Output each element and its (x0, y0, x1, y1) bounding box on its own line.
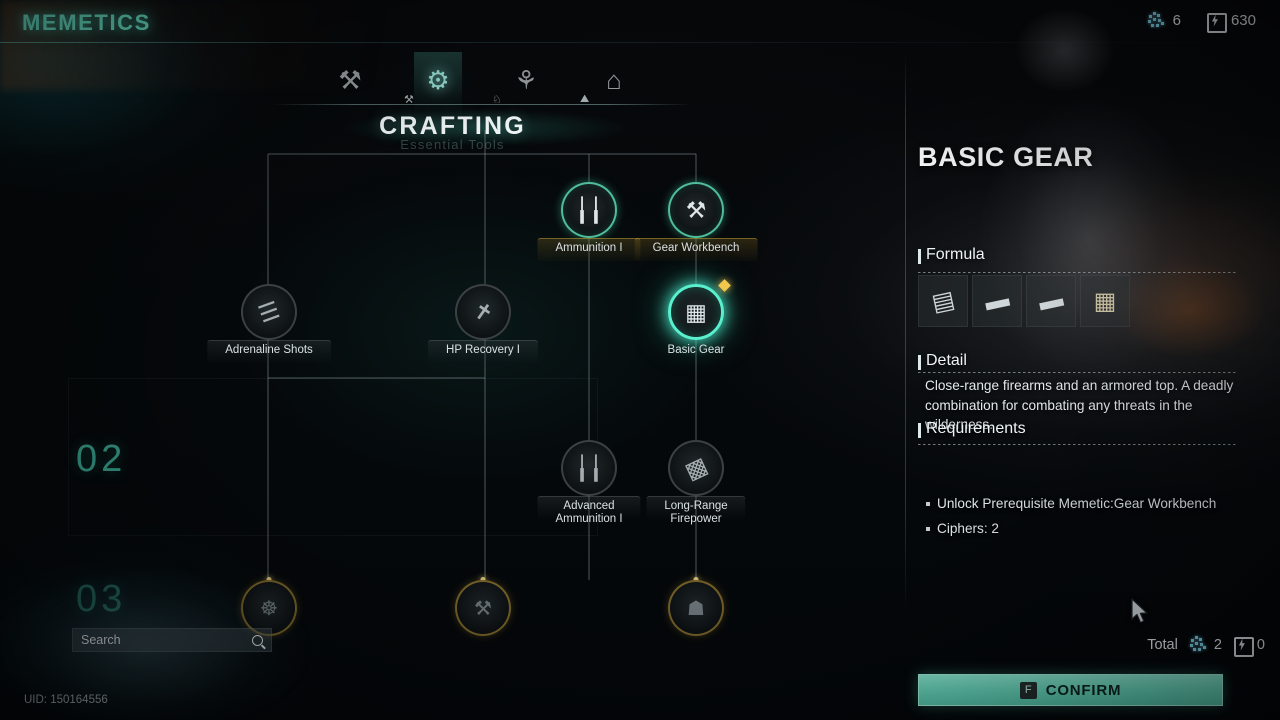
uid-label: UID: 150164556 (24, 694, 108, 706)
tab-crafting[interactable]: ⚙ ⚒ (404, 52, 466, 118)
confirm-button[interactable]: F CONFIRM (918, 674, 1223, 706)
formula-item-armored-vest[interactable]: ▦ (1080, 275, 1130, 327)
total-shards: 0 (1233, 636, 1265, 657)
node-long-range-firepower[interactable]: ▩ Long-Range Firepower (646, 440, 747, 525)
tier3-icon-c: ☗ (687, 597, 705, 620)
shard-count: 630 (1230, 12, 1256, 29)
tab-weapons[interactable]: ⚒ (322, 56, 378, 104)
formula-item-rifle[interactable]: ▬ (1026, 275, 1076, 327)
page-title: MEMETICS (22, 10, 151, 35)
total-ciphers: 2 (1189, 636, 1222, 653)
requirements-heading: Requirements (918, 420, 1026, 438)
node-ammunition-i[interactable]: ╽╽ Ammunition I (537, 182, 641, 261)
memetics-screen: MEMETICS 6 630 ⚒ ⚙ ⚒ ⚘ ♘ ⌂ ⛰ CRAFTING Es… (0, 0, 1280, 720)
memetic-tree: 02 03 ╽╽ Ammunition I ⚒ Gear Workbench ☰… (0, 120, 905, 640)
requirements-list: Unlock Prerequisite Memetic:Gear Workben… (925, 494, 1245, 543)
rifle-icon: ▬ (1036, 284, 1066, 317)
armored-vest-icon: ▦ (1093, 287, 1117, 315)
farming-icon: ⚘ (514, 64, 538, 95)
node-label: Basic Gear (667, 344, 725, 356)
workbench-icon: ⚒ (685, 196, 707, 223)
tab-building[interactable]: ⌂ ⛰ (580, 56, 642, 106)
formula-item-shotgun[interactable]: ▬ (972, 275, 1022, 327)
confirm-label: CONFIRM (1045, 681, 1122, 699)
requirements-rule (918, 444, 1236, 445)
tier3-icon-b: ⚒ (474, 597, 492, 620)
weapons-icon: ⚒ (338, 64, 362, 95)
formula-item-smg[interactable]: ▤ (918, 275, 968, 327)
formula-rule (918, 272, 1236, 273)
gear-pack-icon: ▦ (685, 298, 707, 325)
node-label: Long-Range Firepower (646, 496, 747, 525)
node-adrenaline-shots[interactable]: ☰ Adrenaline Shots (207, 284, 331, 363)
search-placeholder: Search (81, 633, 121, 647)
cipher-icon (1189, 636, 1207, 653)
shard-icon (1206, 12, 1227, 33)
node-label: Adrenaline Shots (207, 340, 331, 363)
node-tier3-c[interactable]: ☗ (668, 577, 724, 636)
search-input[interactable]: Search (72, 628, 272, 652)
formula-items: ▤ ▬ ▬ ▦ (918, 275, 1130, 327)
shotgun-icon: ▬ (982, 284, 1012, 317)
panel-title: BASIC GEAR (918, 142, 1094, 172)
total-shard-value: 0 (1256, 636, 1265, 653)
node-hp-recovery-i[interactable]: ✝ HP Recovery I (428, 284, 538, 363)
currency-shards: 630 (1206, 12, 1256, 33)
currency-ciphers: 6 (1147, 12, 1181, 29)
tier-2-band (68, 378, 598, 536)
requirement-item: Ciphers: 2 (925, 519, 1245, 539)
detail-heading: Detail (918, 352, 967, 370)
detail-rule (918, 372, 1236, 373)
smg-icon: ▤ (929, 285, 957, 317)
currency-tray: 6 630 (1147, 12, 1256, 33)
total-cipher-value: 2 (1213, 636, 1222, 653)
node-gear-workbench[interactable]: ⚒ Gear Workbench (634, 182, 758, 261)
total-row: Total 2 0 (905, 636, 1265, 657)
search-icon (252, 634, 263, 646)
category-tabs: ⚒ ⚙ ⚒ ⚘ ♘ ⌂ ⛰ (322, 52, 642, 118)
shard-icon (1233, 636, 1254, 657)
node-tier3-b[interactable]: ⚒ (455, 577, 511, 636)
node-label: Advanced Ammunition I (537, 496, 641, 525)
crafting-icon: ⚙ (426, 64, 450, 95)
node-label: Ammunition I (537, 238, 641, 261)
requirement-item: Unlock Prerequisite Memetic:Gear Workben… (925, 494, 1245, 514)
category-divider (272, 104, 692, 105)
header-divider (0, 42, 1280, 43)
cipher-count: 6 (1172, 12, 1181, 29)
total-label: Total (1147, 636, 1178, 653)
formula-heading: Formula (918, 246, 985, 264)
bullets-icon: ╽╽ (575, 196, 603, 223)
tier-label-02: 02 (76, 438, 127, 480)
node-label: Gear Workbench (634, 238, 758, 261)
tab-farming[interactable]: ⚘ ♘ (492, 56, 554, 107)
detail-panel: BASIC GEAR Formula ▤ ▬ ▬ ▦ Detail Close-… (905, 46, 1280, 720)
syringe-icon: ☰ (254, 295, 283, 328)
confirm-keycap: F (1019, 681, 1037, 699)
rifle-icon: ▩ (680, 451, 712, 484)
node-advanced-ammunition-i[interactable]: ╽╽ Advanced Ammunition I (537, 440, 641, 525)
node-basic-gear[interactable]: ▦ Basic Gear (668, 279, 731, 356)
tier-label-03: 03 (76, 578, 127, 620)
cipher-icon (1147, 12, 1165, 29)
node-label: HP Recovery I (428, 340, 538, 363)
top-bar: MEMETICS 6 630 (0, 0, 1280, 46)
building-icon: ⌂ (606, 64, 622, 95)
bullets-icon: ╽╽ (575, 454, 603, 481)
